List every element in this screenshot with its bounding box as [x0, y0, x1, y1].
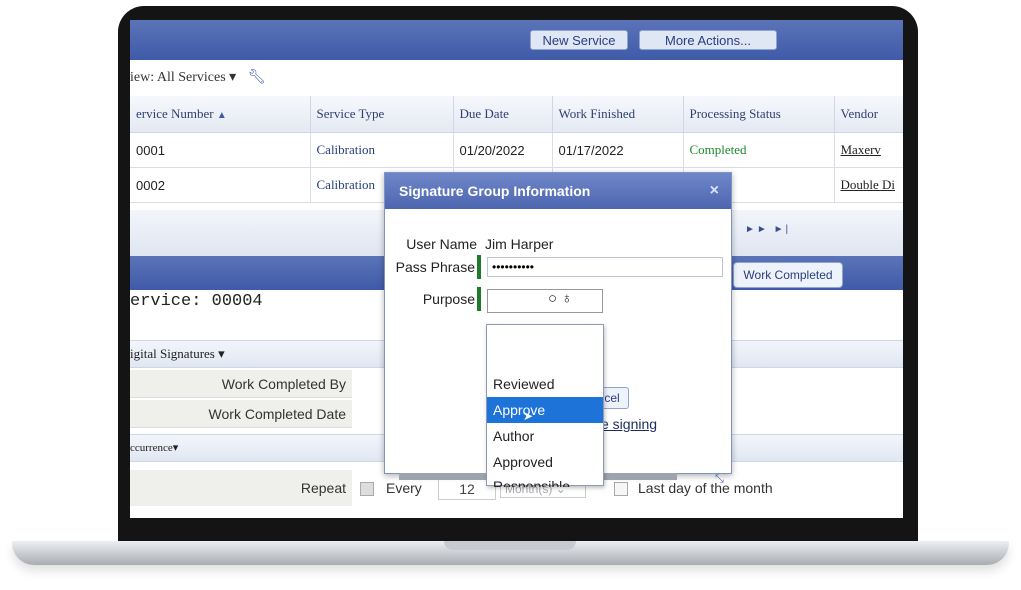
purpose-dropdown-list: Reviewed Approve ➤ Author Approved Respo… [486, 324, 604, 487]
column-label: ervice Number [136, 106, 214, 121]
option-responsible[interactable]: Responsible [487, 475, 603, 487]
pass-phrase-input[interactable]: •••••••••• [487, 257, 723, 277]
cell-processing-status: Completed [683, 132, 835, 168]
user-name-value: Jim Harper [485, 236, 554, 252]
column-header-service-type[interactable]: Service Type [310, 96, 454, 133]
option-author[interactable]: Author [487, 423, 603, 449]
view-dropdown[interactable]: All Services ▾ [157, 70, 236, 85]
required-indicator [477, 255, 481, 279]
pager-next-icon[interactable]: ►► ►| [745, 224, 790, 235]
cell-service-number: 0002 [130, 167, 311, 203]
caret-down-icon: ▾ [229, 70, 237, 85]
table-row[interactable]: 0001 Calibration 01/20/2022 01/17/2022 C… [130, 132, 903, 168]
new-service-button[interactable]: New Service [530, 30, 628, 50]
close-icon[interactable]: × [710, 173, 719, 209]
last-day-checkbox[interactable] [614, 482, 628, 496]
view-selected-value: All Services [156, 70, 226, 85]
cell-service-type[interactable]: Calibration [310, 132, 454, 168]
purpose-select[interactable]: ○ ♁ [487, 289, 603, 313]
repeat-checkbox[interactable] [360, 482, 374, 496]
table-header-row: ervice Number ▲ Service Type Due Date Wo… [130, 96, 903, 133]
purpose-label: Purpose [422, 291, 475, 307]
work-completed-by-label: Work Completed By [130, 370, 352, 398]
more-actions-button[interactable]: More Actions... [639, 30, 777, 50]
wrench-icon[interactable]: 🔧︎ [248, 70, 266, 85]
column-header-work-finished[interactable]: Work Finished [552, 96, 684, 133]
sort-icon: ▲ [216, 110, 227, 121]
option-label: Approve [493, 402, 546, 418]
top-toolbar: New Service More Actions... [130, 20, 903, 60]
column-header-due-date[interactable]: Due Date [453, 96, 553, 133]
option-approve[interactable]: Approve ➤ [487, 397, 603, 423]
cell-work-finished: 01/17/2022 [552, 132, 684, 168]
view-label: iew: [130, 70, 155, 85]
column-header-service-number[interactable]: ervice Number ▲ [130, 96, 311, 133]
pass-phrase-label: Pass Phrase [395, 259, 475, 275]
required-indicator [477, 287, 481, 311]
option-reviewed[interactable]: Reviewed [487, 371, 603, 397]
column-header-processing-status[interactable]: Processing Status [683, 96, 835, 133]
app-screen: New Service More Actions... iew: All Ser… [130, 20, 903, 518]
section-title: ccurrence [130, 442, 173, 454]
caret-down-icon: ▾ [218, 346, 225, 361]
repeat-label: Repeat [130, 470, 352, 506]
view-selector-row: iew: All Services ▾ 🔧︎ [130, 60, 903, 96]
option-approved[interactable]: Approved [487, 449, 603, 475]
clear-icon[interactable]: ○ ♁ [548, 290, 572, 307]
laptop-base [12, 541, 1009, 565]
cell-vendor[interactable]: Maxerv [834, 132, 903, 168]
caret-down-icon: ▾ [172, 442, 179, 454]
work-completed-button[interactable]: Work Completed [733, 262, 843, 288]
dialog-title-bar[interactable]: Signature Group Information × [385, 173, 731, 209]
cell-service-number: 0001 [130, 132, 311, 168]
dialog-title: Signature Group Information [399, 183, 591, 199]
work-completed-date-label: Work Completed Date [130, 400, 352, 428]
service-title: ervice: 00004 [130, 292, 263, 311]
column-header-vendor[interactable]: Vendor [834, 96, 903, 133]
signing-link[interactable]: e signing [601, 416, 657, 432]
laptop-notch [444, 541, 576, 550]
section-title: igital Signatures [130, 346, 215, 361]
cell-due-date: 01/20/2022 [453, 132, 553, 168]
user-name-label: User Name [406, 236, 477, 252]
cell-vendor[interactable]: Double Di [834, 167, 903, 203]
last-day-label: Last day of the month [638, 480, 773, 496]
every-label: Every [386, 480, 422, 496]
resize-icon[interactable]: ⤡ [715, 473, 724, 486]
